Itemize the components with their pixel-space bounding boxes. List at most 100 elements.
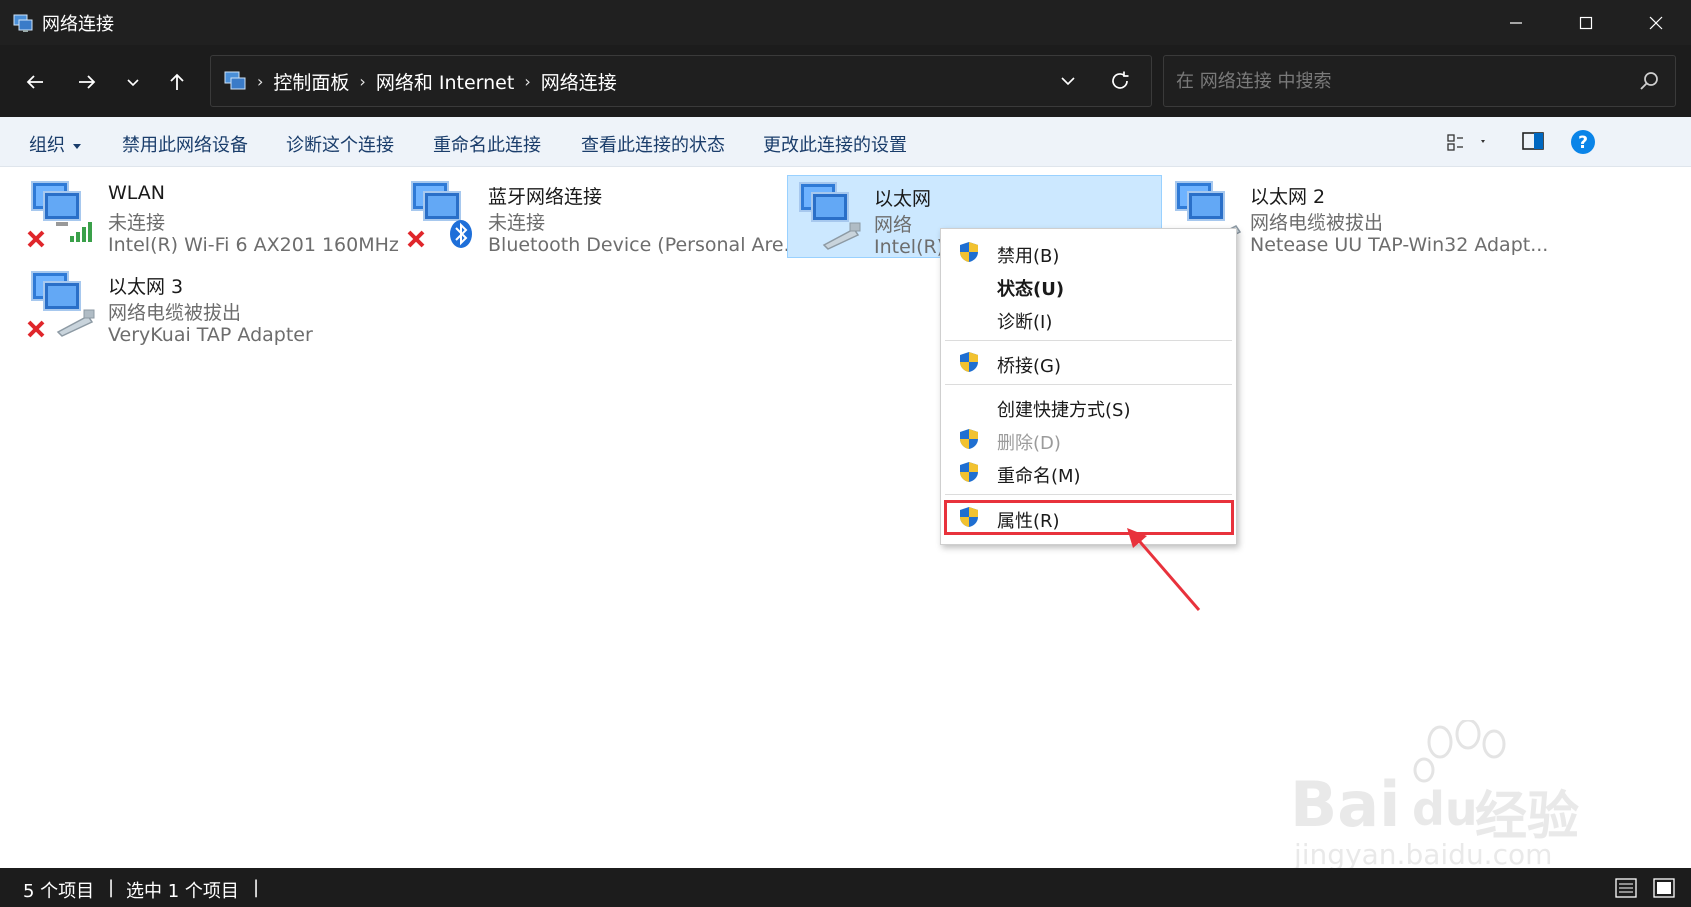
menu-item-diagnose[interactable]: 诊断(I): [945, 302, 1232, 334]
connection-name: 以太网: [874, 188, 932, 210]
annotation-arrow-icon: [1127, 528, 1201, 611]
uac-shield-icon: [960, 242, 978, 262]
uac-shield-icon: [960, 352, 978, 372]
uac-shield-icon: [960, 462, 978, 482]
menu-label: 诊断(I): [997, 312, 1053, 333]
connection-device: Netease UU TAP-Win32 Adapt...: [1250, 234, 1549, 256]
navigation-bar: › 控制面板 › 网络和 Internet › 网络连接: [0, 45, 1691, 117]
large-icons-view-button[interactable]: [1652, 876, 1676, 900]
arrow-left-icon: [26, 75, 43, 89]
title-bar: 网络连接: [0, 0, 1691, 45]
status-bar: 5 个项目 | 选中 1 个项目 |: [0, 868, 1691, 907]
disable-device-button[interactable]: 禁用此网络设备: [122, 131, 248, 157]
connection-status: 网络: [874, 214, 913, 236]
forward-button[interactable]: [70, 65, 104, 99]
bluetooth-network-icon: [407, 181, 472, 248]
back-button[interactable]: [18, 65, 52, 99]
connection-status: 网络电缆被拔出: [1250, 212, 1384, 234]
menu-label: 删除(D): [997, 433, 1061, 454]
view-tiles-icon: [1447, 134, 1485, 151]
organize-menu[interactable]: 组织: [29, 131, 81, 157]
help-button[interactable]: ?: [1569, 128, 1597, 156]
watermark-brand-tail: du: [1412, 782, 1478, 836]
breadcrumb-separator: ›: [257, 71, 264, 91]
connection-status: 未连接: [108, 212, 166, 234]
connection-status: 网络电缆被拔出: [108, 302, 242, 324]
connection-device: Intel(R): [874, 236, 945, 258]
up-button[interactable]: [160, 65, 194, 99]
network-connections-icon: [12, 12, 34, 34]
recent-locations-button[interactable]: [116, 65, 150, 99]
preview-pane-icon: [1522, 132, 1544, 150]
breadcrumb-network-internet[interactable]: 网络和 Internet: [376, 68, 514, 95]
connection-name: 以太网 3: [108, 276, 184, 298]
preview-pane-button[interactable]: [1520, 128, 1548, 156]
breadcrumb-control-panel[interactable]: 控制面板: [273, 68, 349, 95]
window-controls: [1481, 0, 1691, 45]
breadcrumb-separator: ›: [524, 71, 531, 91]
address-bar[interactable]: › 控制面板 › 网络和 Internet › 网络连接: [210, 55, 1152, 107]
arrow-up-icon: [170, 73, 184, 90]
help-icon: ?: [1571, 130, 1595, 154]
watermark-url: jingyan.baidu.com: [1294, 838, 1553, 871]
connection-name: 蓝牙网络连接: [488, 186, 603, 208]
organize-label: 组织: [29, 135, 65, 156]
baidu-watermark: Bai du 经验 jingyan.baidu.com: [1290, 720, 1610, 871]
connection-item-wlan[interactable]: WLAN 未连接 Intel(R) Wi-Fi 6 AX201 160MHz: [0, 172, 399, 256]
change-settings-button[interactable]: 更改此连接的设置: [763, 131, 907, 157]
large-icons-view-icon: [1653, 878, 1675, 898]
ethernet-network-icon: [799, 182, 861, 250]
menu-item-status[interactable]: 状态(U): [945, 269, 1232, 301]
maximize-button[interactable]: [1551, 0, 1621, 45]
breadcrumb-separator: ›: [359, 71, 366, 91]
search-box[interactable]: [1163, 55, 1676, 107]
chevron-down-icon: [127, 79, 139, 87]
menu-label: 禁用(B): [997, 246, 1060, 267]
menu-item-delete: 删除(D): [945, 423, 1232, 455]
menu-label: 桥接(G): [997, 356, 1061, 377]
minimize-button[interactable]: [1481, 0, 1551, 45]
view-status-button[interactable]: 查看此连接的状态: [581, 131, 725, 157]
command-bar: 组织 禁用此网络设备 诊断这个连接 重命名此连接 查看此连接的状态 更改此连接的…: [0, 117, 1691, 167]
diagnose-button[interactable]: 诊断这个连接: [286, 131, 394, 157]
menu-item-rename[interactable]: 重命名(M): [945, 456, 1232, 488]
search-icon[interactable]: [1639, 70, 1661, 92]
chevron-down-icon: [1061, 77, 1075, 86]
menu-separator: [945, 494, 1232, 495]
menu-item-disable[interactable]: 禁用(B): [945, 236, 1232, 268]
error-x-icon: [27, 320, 45, 338]
uac-shield-icon: [960, 429, 978, 449]
menu-separator: [945, 340, 1232, 341]
connection-device: Bluetooth Device (Personal Are...: [488, 234, 802, 256]
minimize-icon: [1510, 21, 1522, 24]
connection-status: 未连接: [488, 212, 546, 234]
breadcrumb-network-connections[interactable]: 网络连接: [541, 68, 617, 95]
view-options-button[interactable]: [1445, 128, 1485, 156]
menu-label: 重命名(M): [997, 466, 1081, 487]
refresh-button[interactable]: [1107, 68, 1133, 94]
caret-down-icon: [73, 143, 81, 149]
refresh-icon: [1112, 71, 1129, 89]
connection-device: Intel(R) Wi-Fi 6 AX201 160MHz: [108, 234, 399, 256]
address-history-button[interactable]: [1055, 68, 1081, 94]
rename-connection-button[interactable]: 重命名此连接: [433, 131, 541, 157]
selected-count: 选中 1 个项目: [126, 881, 239, 902]
explorer-window: 网络连接 › 控制面板 › 网络和 Internet › 网络连接 在 网络连接…: [0, 0, 1691, 907]
menu-separator: [945, 384, 1232, 385]
close-icon: [1649, 16, 1663, 29]
menu-item-create-shortcut[interactable]: 创建快捷方式(S): [945, 390, 1232, 422]
connection-name: 以太网 2: [1250, 186, 1326, 208]
connection-item-bluetooth[interactable]: 蓝牙网络连接 未连接 Bluetooth Device (Personal Ar…: [380, 172, 802, 256]
watermark-brand: Bai: [1290, 768, 1401, 841]
window-title: 网络连接: [42, 13, 114, 35]
connection-item-ethernet-3[interactable]: 以太网 3 网络电缆被拔出 VeryKuai TAP Adapter: [0, 262, 380, 346]
control-panel-icon: [223, 69, 247, 93]
close-button[interactable]: [1621, 0, 1691, 45]
error-x-icon: [27, 230, 45, 248]
search-input[interactable]: [1164, 56, 1618, 106]
details-view-button[interactable]: [1614, 876, 1638, 900]
context-menu: 禁用(B) 状态(U) 诊断(I) 桥接(G) 创建快捷方式(S) 删除(D) …: [940, 228, 1237, 545]
wifi-network-icon: [27, 181, 92, 248]
menu-label: 状态(U): [997, 279, 1065, 300]
menu-item-bridge[interactable]: 桥接(G): [945, 346, 1232, 378]
